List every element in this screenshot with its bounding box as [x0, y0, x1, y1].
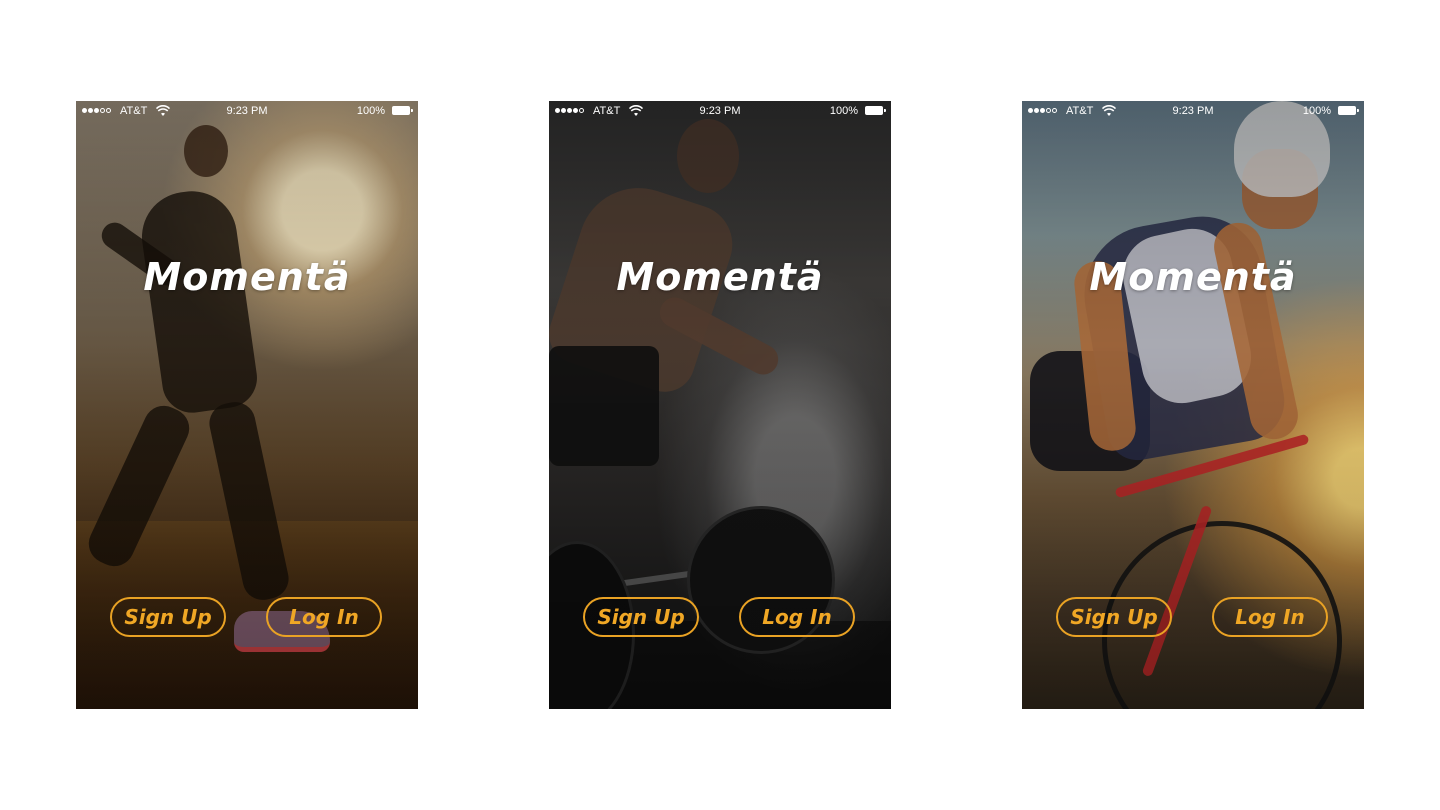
battery-icon: [392, 106, 413, 115]
status-bar: AT&T 9:23 PM 100%: [1022, 101, 1364, 121]
status-bar: AT&T 9:23 PM 100%: [76, 101, 418, 121]
phone-screen-cyclist: AT&T 9:23 PM 100% Momentä Sign Up Log In: [1022, 101, 1364, 709]
battery-icon: [865, 106, 886, 115]
phone-screen-runner: AT&T 9:23 PM 100% Momentä Sign Up Log In: [76, 101, 418, 709]
phone-screen-gym: AT&T 9:23 PM 100% Momentä Sign Up Log In: [549, 101, 891, 709]
sign-up-button[interactable]: Sign Up: [1056, 597, 1172, 637]
battery-percent: 100%: [829, 105, 858, 117]
log-in-button[interactable]: Log In: [1212, 597, 1328, 637]
sign-up-button[interactable]: Sign Up: [583, 597, 699, 637]
battery-icon: [1338, 106, 1359, 115]
log-in-button[interactable]: Log In: [266, 597, 382, 637]
status-bar: AT&T 9:23 PM 100%: [549, 101, 891, 121]
app-logo: Momentä: [616, 255, 824, 299]
mockup-board: AT&T 9:23 PM 100% Momentä Sign Up Log In: [0, 0, 1440, 810]
battery-percent: 100%: [356, 105, 385, 117]
sign-up-button[interactable]: Sign Up: [110, 597, 226, 637]
battery-percent: 100%: [1302, 105, 1331, 117]
app-logo: Momentä: [143, 255, 351, 299]
log-in-button[interactable]: Log In: [739, 597, 855, 637]
app-logo: Momentä: [1089, 255, 1297, 299]
